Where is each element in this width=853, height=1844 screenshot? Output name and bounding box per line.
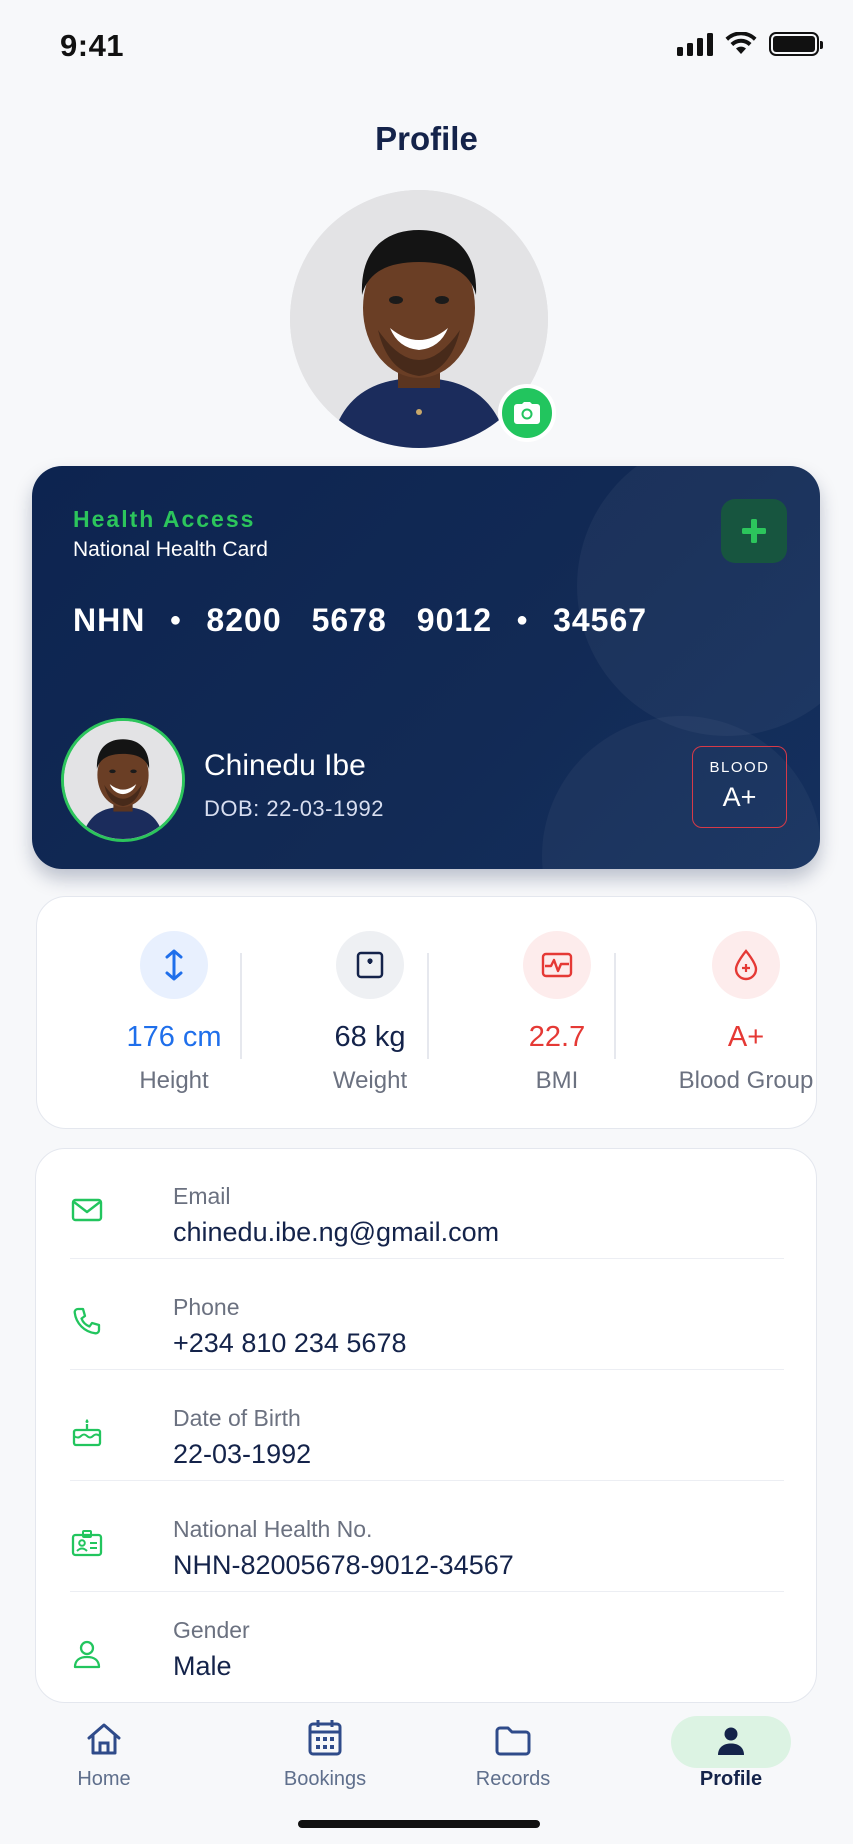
stat-value: A+ <box>727 1021 765 1053</box>
stat-value: 68 kg <box>334 1021 406 1053</box>
stat-label: Height <box>139 1067 209 1094</box>
blood-badge: BLOOD A+ <box>692 746 787 828</box>
cake-icon <box>70 1415 104 1449</box>
id-card-icon <box>70 1526 104 1560</box>
stat-blood-group: A+ Blood Group <box>651 897 841 1130</box>
stat-value: 22.7 <box>528 1021 586 1053</box>
info-value: NHN-82005678-9012-34567 <box>173 1550 514 1580</box>
tab-label: Bookings <box>283 1768 367 1790</box>
stat-divider <box>427 953 429 1059</box>
signal-icon <box>677 32 713 56</box>
blood-badge-label: BLOOD <box>709 759 770 776</box>
info-label: Gender <box>173 1617 250 1643</box>
phone-icon <box>70 1304 104 1338</box>
info-value: Male <box>173 1651 232 1681</box>
scale-icon <box>336 931 404 999</box>
stat-label: Blood Group <box>678 1067 814 1094</box>
health-card-number: NHN ● 8200 5678 9012 ● 34567 <box>73 602 647 639</box>
card-brand: Health Access <box>73 506 256 532</box>
info-label: Email <box>173 1183 231 1209</box>
info-value: 22-03-1992 <box>173 1439 312 1469</box>
info-value: +234 810 234 5678 <box>173 1328 407 1358</box>
info-row-email[interactable]: Email chinedu.ibe.ng@gmail.com <box>70 1149 784 1259</box>
home-indicator <box>298 1820 540 1828</box>
card-avatar-illustration <box>64 721 182 839</box>
stat-divider <box>614 953 616 1059</box>
status-time: 9:41 <box>60 28 125 63</box>
battery-icon <box>769 32 823 56</box>
card-subtitle: National Health Card <box>73 538 268 561</box>
user-icon <box>70 1637 104 1671</box>
info-label: Date of Birth <box>173 1405 301 1431</box>
card-number-separator: ● <box>169 609 183 631</box>
card-number-group: 8200 <box>206 602 282 638</box>
tab-profile[interactable]: Profile <box>666 1706 796 1791</box>
stat-bmi: 22.7 BMI <box>462 897 652 1130</box>
plus-icon <box>742 519 766 543</box>
national-health-card[interactable]: Health Access National Health Card NHN ●… <box>32 466 820 869</box>
info-row-phone[interactable]: Phone +234 810 234 5678 <box>70 1260 784 1370</box>
card-number-prefix: NHN <box>73 602 146 638</box>
tab-home[interactable]: Home <box>39 1706 169 1791</box>
tab-bookings[interactable]: Bookings <box>260 1706 390 1791</box>
info-value: chinedu.ibe.ng@gmail.com <box>173 1217 500 1247</box>
card-number-group: 5678 <box>311 602 387 638</box>
height-arrows-icon <box>140 931 208 999</box>
info-label: National Health No. <box>173 1516 373 1542</box>
stat-label: BMI <box>535 1067 579 1094</box>
change-photo-button[interactable] <box>498 384 556 442</box>
card-avatar <box>61 718 185 842</box>
page-title: Profile <box>375 120 478 157</box>
info-label: Phone <box>173 1294 240 1320</box>
tab-label: Home <box>77 1768 131 1790</box>
calendar-icon <box>260 1706 390 1756</box>
status-icons <box>677 32 823 56</box>
card-holder-name: Chinedu Ibe <box>204 749 366 782</box>
status-bar: 9:41 <box>0 0 853 92</box>
info-row-gender[interactable]: Gender Male <box>70 1593 784 1702</box>
wifi-icon <box>725 32 757 54</box>
stat-label: Weight <box>332 1067 408 1094</box>
tab-label: Records <box>475 1768 551 1790</box>
tab-records[interactable]: Records <box>448 1706 578 1791</box>
card-holder-dob: DOB: 22-03-1992 <box>204 796 384 821</box>
camera-icon <box>514 402 540 424</box>
home-icon <box>39 1706 169 1756</box>
stat-divider <box>240 953 242 1059</box>
bottom-tab-bar: Home Bookings Records Profile <box>0 1706 853 1844</box>
info-row-date-of-birth[interactable]: Date of Birth 22-03-1992 <box>70 1371 784 1481</box>
health-plus-button[interactable] <box>721 499 787 563</box>
folder-icon <box>448 1706 578 1756</box>
mail-icon <box>70 1193 104 1227</box>
info-row-national-health-no[interactable]: National Health No. NHN-82005678-9012-34… <box>70 1482 784 1592</box>
profile-avatar-container <box>290 190 556 448</box>
stat-weight: 68 kg Weight <box>275 897 465 1130</box>
vitals-stats-card: 176 cm Height 68 kg Weight 22.7 BMI A+ B… <box>36 896 817 1129</box>
card-number-suffix: 34567 <box>553 602 648 638</box>
card-number-separator: ● <box>515 609 530 631</box>
heart-monitor-icon <box>523 931 591 999</box>
tab-label: Profile <box>699 1768 763 1790</box>
blood-badge-value: A+ <box>722 782 757 812</box>
personal-info-card: Email chinedu.ibe.ng@gmail.com Phone +23… <box>35 1148 817 1703</box>
blood-drop-icon <box>712 931 780 999</box>
card-number-group: 9012 <box>416 602 492 638</box>
profile-icon <box>666 1706 796 1756</box>
